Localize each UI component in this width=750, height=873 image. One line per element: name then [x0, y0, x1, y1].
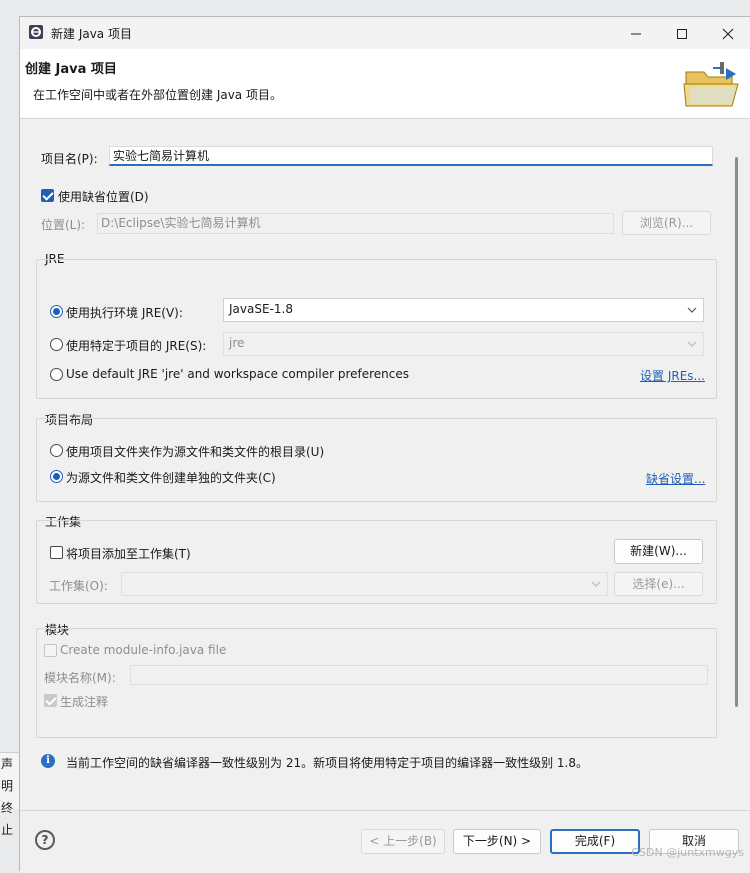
close-button[interactable] [705, 17, 750, 49]
wizard-footer: ? < 上一步(B) 下一步(N) > 完成(F) 取消 CSDN @juntx… [20, 810, 750, 873]
compliance-message: 当前工作空间的缺省编译器一致性级别为 21。新项目将使用特定于项目的编译器一致性… [66, 756, 588, 770]
chevron-down-icon [687, 307, 697, 313]
chevron-down-icon [591, 581, 601, 587]
watermark: CSDN @juntxmwgys [631, 846, 744, 859]
default-jre-label: Use default JRE 'jre' and workspace comp… [66, 367, 410, 381]
wizard-header: 创建 Java 项目 在工作空间中或者在外部位置创建 Java 项目。 [20, 49, 750, 119]
configure-default-link[interactable]: 缺省设置... [646, 470, 705, 487]
separate-folders-radio[interactable] [50, 470, 63, 483]
help-icon[interactable]: ? [35, 830, 55, 850]
module-name-label: 模块名称(M): [44, 671, 116, 685]
window-title: 新建 Java 项目 [51, 27, 132, 41]
separate-folders-label: 为源文件和类文件创建单独的文件夹(C) [66, 471, 276, 485]
background-text-2: 终止 [1, 801, 14, 837]
working-sets-combo[interactable] [121, 572, 608, 596]
location-label: 位置(L): [41, 218, 86, 232]
minimize-icon [631, 33, 641, 34]
background-window-fragment: 声明 终止 [0, 752, 20, 837]
minimize-button[interactable] [613, 17, 659, 49]
browse-button[interactable]: 浏览(R)... [622, 211, 711, 235]
add-to-working-sets-checkbox[interactable] [50, 546, 63, 559]
exec-env-jre-radio[interactable] [50, 305, 63, 318]
new-java-project-dialog: 新建 Java 项目 创建 Java 项目 在工作空间中或者在外部位置创建 Ja… [19, 16, 750, 873]
use-default-location-label: 使用缺省位置(D) [58, 190, 149, 204]
select-working-set-button[interactable]: 选择(e)... [614, 572, 703, 596]
project-name-label: 项目名(P): [41, 152, 98, 166]
location-input[interactable]: D:\Eclipse\实验七简易计算机 [97, 213, 614, 234]
wizard-title: 创建 Java 项目 [25, 62, 117, 77]
new-working-set-button[interactable]: 新建(W)... [614, 539, 703, 564]
next-button[interactable]: 下一步(N) > [453, 829, 541, 854]
project-folder-root-radio[interactable] [50, 444, 63, 457]
create-module-info-checkbox[interactable] [44, 644, 57, 657]
project-specific-jre-label: 使用特定于项目的 JRE(S): [66, 339, 207, 353]
working-sets-label: 工作集(O): [49, 579, 108, 593]
create-module-info-label: Create module-info.java file [60, 643, 227, 657]
project-jre-value: jre [229, 336, 245, 350]
eclipse-app-icon [29, 25, 43, 39]
wizard-description: 在工作空间中或者在外部位置创建 Java 项目。 [33, 88, 282, 102]
generate-comments-label: 生成注释 [60, 695, 109, 709]
title-bar: 新建 Java 项目 [20, 17, 750, 49]
info-icon: i [41, 754, 55, 768]
module-name-input[interactable] [130, 665, 708, 685]
java-folder-wizard-icon [683, 62, 739, 107]
vertical-scrollbar[interactable] [735, 157, 738, 707]
project-folder-root-label: 使用项目文件夹作为源文件和类文件的根目录(U) [66, 445, 325, 459]
add-to-working-sets-label: 将项目添加至工作集(T) [66, 547, 191, 561]
project-layout-group [36, 418, 717, 502]
exec-env-combo[interactable]: JavaSE-1.8 [223, 298, 704, 322]
close-icon [722, 28, 734, 39]
use-default-location-checkbox[interactable] [41, 189, 54, 202]
configure-jres-link[interactable]: 设置 JREs... [640, 367, 705, 384]
background-text-1: 声明 [1, 757, 14, 793]
project-jre-combo[interactable]: jre [223, 332, 704, 356]
exec-env-jre-label: 使用执行环境 JRE(V): [66, 306, 183, 320]
exec-env-value: JavaSE-1.8 [229, 302, 293, 316]
maximize-icon [677, 28, 687, 39]
finish-button[interactable]: 完成(F) [550, 829, 640, 854]
project-name-input[interactable]: 实验七简易计算机 [109, 146, 713, 166]
chevron-down-icon [687, 341, 697, 347]
maximize-button[interactable] [659, 17, 705, 49]
back-button[interactable]: < 上一步(B) [361, 829, 445, 854]
project-specific-jre-radio[interactable] [50, 338, 63, 351]
default-jre-radio[interactable] [50, 368, 63, 381]
generate-comments-checkbox[interactable] [44, 694, 57, 707]
